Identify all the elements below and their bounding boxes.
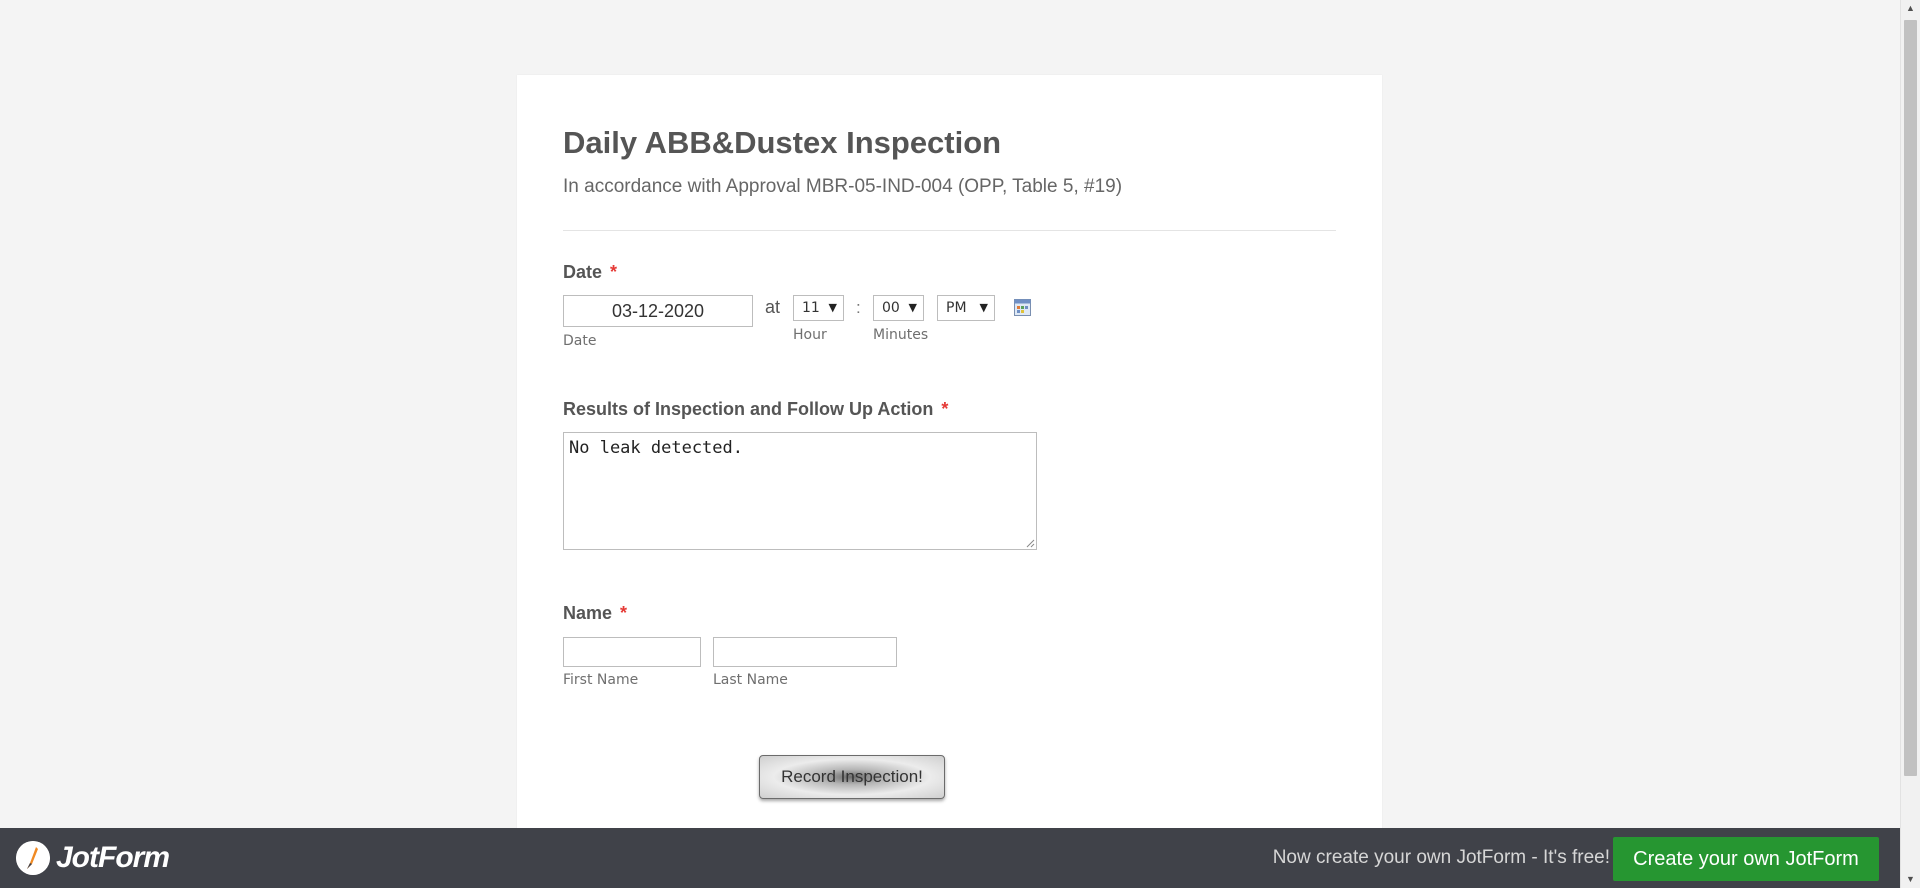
ampm-dropdown-arrow-icon: ▼	[979, 301, 988, 314]
form-title: Daily ABB&Dustex Inspection	[563, 125, 1002, 160]
hour-select-value: 11	[802, 300, 820, 316]
hour-sublabel: Hour	[793, 327, 827, 343]
first-name-input[interactable]	[563, 637, 701, 667]
calendar-icon[interactable]	[1014, 299, 1031, 316]
form-card: Daily ABB&Dustex Inspection In accordanc…	[517, 75, 1382, 835]
ampm-select-value: PM	[946, 300, 967, 316]
vertical-scrollbar[interactable]: ▲ ▼	[1900, 0, 1920, 888]
required-asterisk: *	[620, 603, 628, 623]
required-asterisk: *	[610, 262, 618, 282]
at-text: at	[765, 297, 781, 317]
first-name-sublabel: First Name	[563, 672, 639, 688]
required-asterisk: *	[941, 399, 949, 419]
date-label: Date *	[563, 262, 617, 283]
last-name-input[interactable]	[713, 637, 897, 667]
create-jotform-button[interactable]: Create your own JotForm	[1613, 837, 1879, 881]
scroll-down-arrow-icon[interactable]: ▼	[1901, 871, 1920, 888]
hour-select[interactable]: 11 ▼	[793, 295, 844, 321]
jotform-logo-icon	[16, 841, 50, 875]
hour-dropdown-arrow-icon: ▼	[828, 301, 837, 314]
minute-select[interactable]: 00 ▼	[873, 295, 924, 321]
minute-dropdown-arrow-icon: ▼	[908, 301, 917, 314]
last-name-sublabel: Last Name	[713, 672, 788, 688]
jotform-logo-text: JotForm	[56, 841, 170, 874]
scrollbar-thumb[interactable]	[1904, 20, 1917, 776]
jotform-logo[interactable]: JotForm	[16, 840, 170, 876]
date-input[interactable]: 03-12-2020	[563, 295, 753, 327]
page: Daily ABB&Dustex Inspection In accordanc…	[0, 0, 1920, 888]
scroll-up-arrow-icon[interactable]: ▲	[1901, 0, 1920, 17]
name-label: Name *	[563, 603, 627, 624]
results-textarea-value: No leak detected.	[569, 438, 743, 458]
submit-button[interactable]: Record Inspection!	[759, 755, 945, 799]
minute-sublabel: Minutes	[873, 327, 929, 343]
results-label: Results of Inspection and Follow Up Acti…	[563, 399, 948, 420]
ampm-select[interactable]: PM ▼	[937, 295, 995, 321]
resize-grip-icon[interactable]	[1025, 538, 1035, 548]
date-label-text: Date	[563, 262, 603, 282]
results-textarea[interactable]: No leak detected.	[563, 432, 1037, 550]
promo-text: Now create your own JotForm - It's free!	[1272, 847, 1610, 868]
date-sublabel: Date	[563, 333, 597, 349]
jotform-footer-bar: JotForm Now create your own JotForm - It…	[0, 828, 1900, 888]
minute-select-value: 00	[882, 300, 900, 316]
form-subtitle: In accordance with Approval MBR-05-IND-0…	[563, 176, 1123, 197]
name-label-text: Name	[563, 603, 613, 623]
time-colon: :	[856, 298, 861, 317]
results-label-text: Results of Inspection and Follow Up Acti…	[563, 399, 934, 419]
header-divider	[563, 230, 1336, 231]
